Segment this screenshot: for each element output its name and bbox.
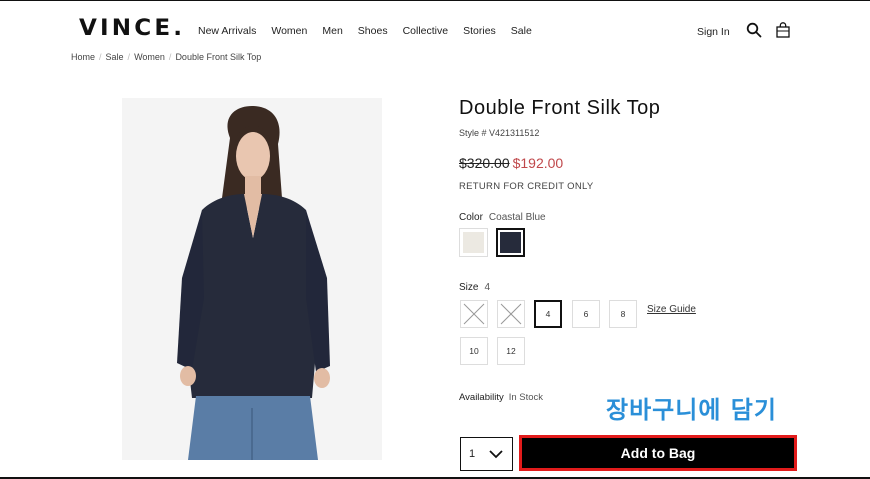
nav-new-arrivals[interactable]: New Arrivals xyxy=(198,25,256,37)
size-option-unavailable xyxy=(460,300,488,328)
chevron-down-icon xyxy=(489,450,503,459)
size-option-unavailable xyxy=(497,300,525,328)
search-icon[interactable] xyxy=(746,22,762,38)
breadcrumb-women[interactable]: Women xyxy=(134,52,165,62)
shopping-bag-icon[interactable] xyxy=(776,22,790,38)
price-block: $320.00 $192.00 xyxy=(459,155,563,171)
availability: Availability In Stock xyxy=(459,392,543,403)
color-label: Color Coastal Blue xyxy=(459,212,546,223)
model-illustration xyxy=(122,98,382,460)
return-policy-note: RETURN FOR CREDIT ONLY xyxy=(459,181,594,192)
breadcrumb-separator: / xyxy=(99,52,102,62)
add-to-bag-button[interactable]: Add to Bag xyxy=(522,438,794,468)
size-option-12[interactable]: 12 xyxy=(497,337,525,365)
breadcrumb-sale[interactable]: Sale xyxy=(106,52,124,62)
breadcrumb-current: Double Front Silk Top xyxy=(175,52,262,62)
size-label-text: Size xyxy=(459,282,479,293)
quantity-value: 1 xyxy=(469,448,476,460)
size-option-10[interactable]: 10 xyxy=(460,337,488,365)
size-value: 4 xyxy=(484,282,491,293)
color-swatch-cream[interactable] xyxy=(459,228,488,257)
nav-sale[interactable]: Sale xyxy=(511,25,532,37)
size-option-4[interactable]: 4 xyxy=(534,300,562,328)
swatch-fill xyxy=(463,232,484,253)
breadcrumb-separator: / xyxy=(127,52,131,62)
main-nav: New Arrivals Women Men Shoes Collective … xyxy=(198,25,547,37)
nav-stories[interactable]: Stories xyxy=(463,25,496,37)
breadcrumb-home[interactable]: Home xyxy=(71,52,95,62)
size-guide-link[interactable]: Size Guide xyxy=(647,304,696,315)
availability-label: Availability xyxy=(459,392,504,403)
size-option-6[interactable]: 6 xyxy=(572,300,600,328)
add-to-bag-highlight: Add to Bag xyxy=(519,435,797,471)
size-option-8[interactable]: 8 xyxy=(609,300,637,328)
sign-in-link[interactable]: Sign In xyxy=(697,26,730,38)
nav-collective[interactable]: Collective xyxy=(403,25,449,37)
availability-value: In Stock xyxy=(508,392,544,403)
swatch-fill xyxy=(500,232,521,253)
annotation-label: 장바구니에 담기 xyxy=(606,396,777,424)
product-title: Double Front Silk Top xyxy=(459,97,661,119)
vince-logo[interactable]: VINCE. xyxy=(79,16,185,41)
nav-women[interactable]: Women xyxy=(271,25,307,37)
color-value: Coastal Blue xyxy=(488,212,546,223)
original-price: $320.00 xyxy=(459,155,510,171)
unavailable-cross-icon xyxy=(500,303,522,325)
unavailable-cross-icon xyxy=(463,303,485,325)
nav-men[interactable]: Men xyxy=(322,25,342,37)
breadcrumb-separator: / xyxy=(168,52,172,62)
sale-price: $192.00 xyxy=(512,155,564,171)
style-number: Style # V421311512 xyxy=(459,128,540,138)
color-swatch-coastal-blue[interactable] xyxy=(496,228,525,257)
quantity-select[interactable]: 1 xyxy=(460,437,513,471)
site-header: VINCE. New Arrivals Women Men Shoes Coll… xyxy=(0,0,870,48)
size-label: Size 4 xyxy=(459,282,490,293)
color-label-text: Color xyxy=(459,212,483,223)
product-image[interactable] xyxy=(122,98,382,460)
nav-shoes[interactable]: Shoes xyxy=(358,25,388,37)
breadcrumb: Home / Sale / Women / Double Front Silk … xyxy=(71,52,261,62)
